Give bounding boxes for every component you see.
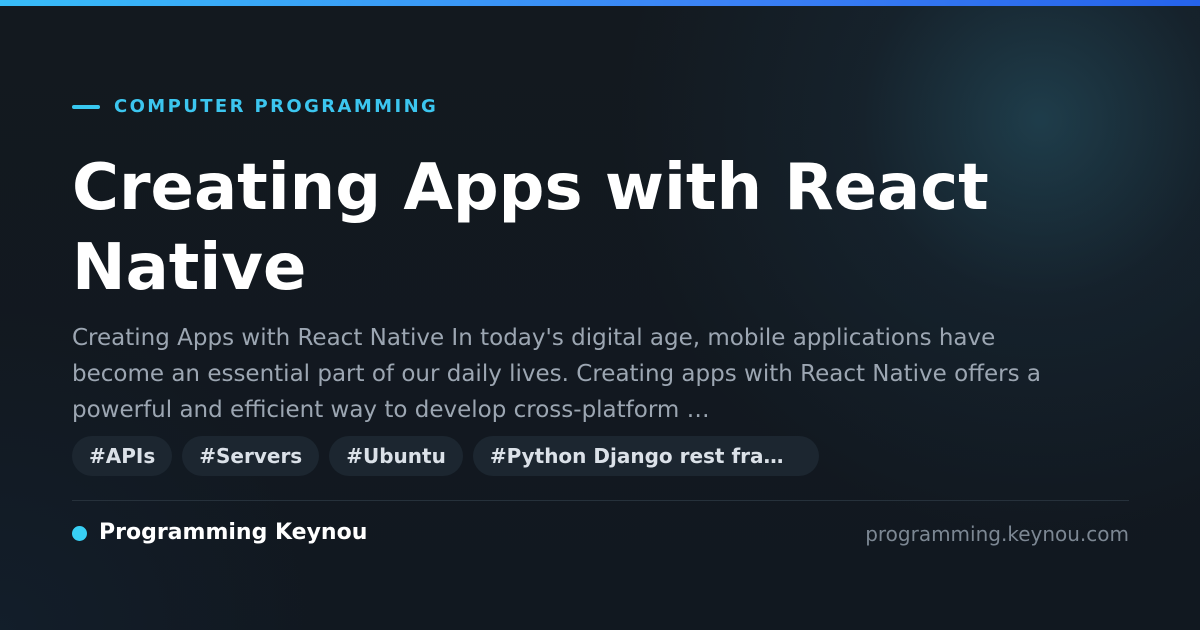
tag-ubuntu[interactable]: #Ubuntu [329,436,463,476]
category-dash-icon [72,105,100,109]
article-description: Creating Apps with React Native In today… [72,325,1041,423]
footer-divider [72,500,1129,501]
tag-servers[interactable]: #Servers [182,436,320,476]
site-dot-icon [72,525,87,541]
tag-apis[interactable]: #APIs [72,436,173,476]
tag-list: #APIs #Servers #Ubuntu #Python Django re… [72,436,819,476]
site-brand: Programming Keynou [72,519,367,547]
page-title: Creating Apps with React Native [72,151,989,305]
site-name: Programming Keynou [99,520,368,545]
tag-python-django[interactable]: #Python Django rest fram… [472,436,819,476]
category-label: COMPUTER PROGRAMMING [114,96,439,117]
top-accent-bar [0,0,1200,6]
category: COMPUTER PROGRAMMING [72,95,438,119]
site-url: programming.keynou.com [865,522,1129,546]
